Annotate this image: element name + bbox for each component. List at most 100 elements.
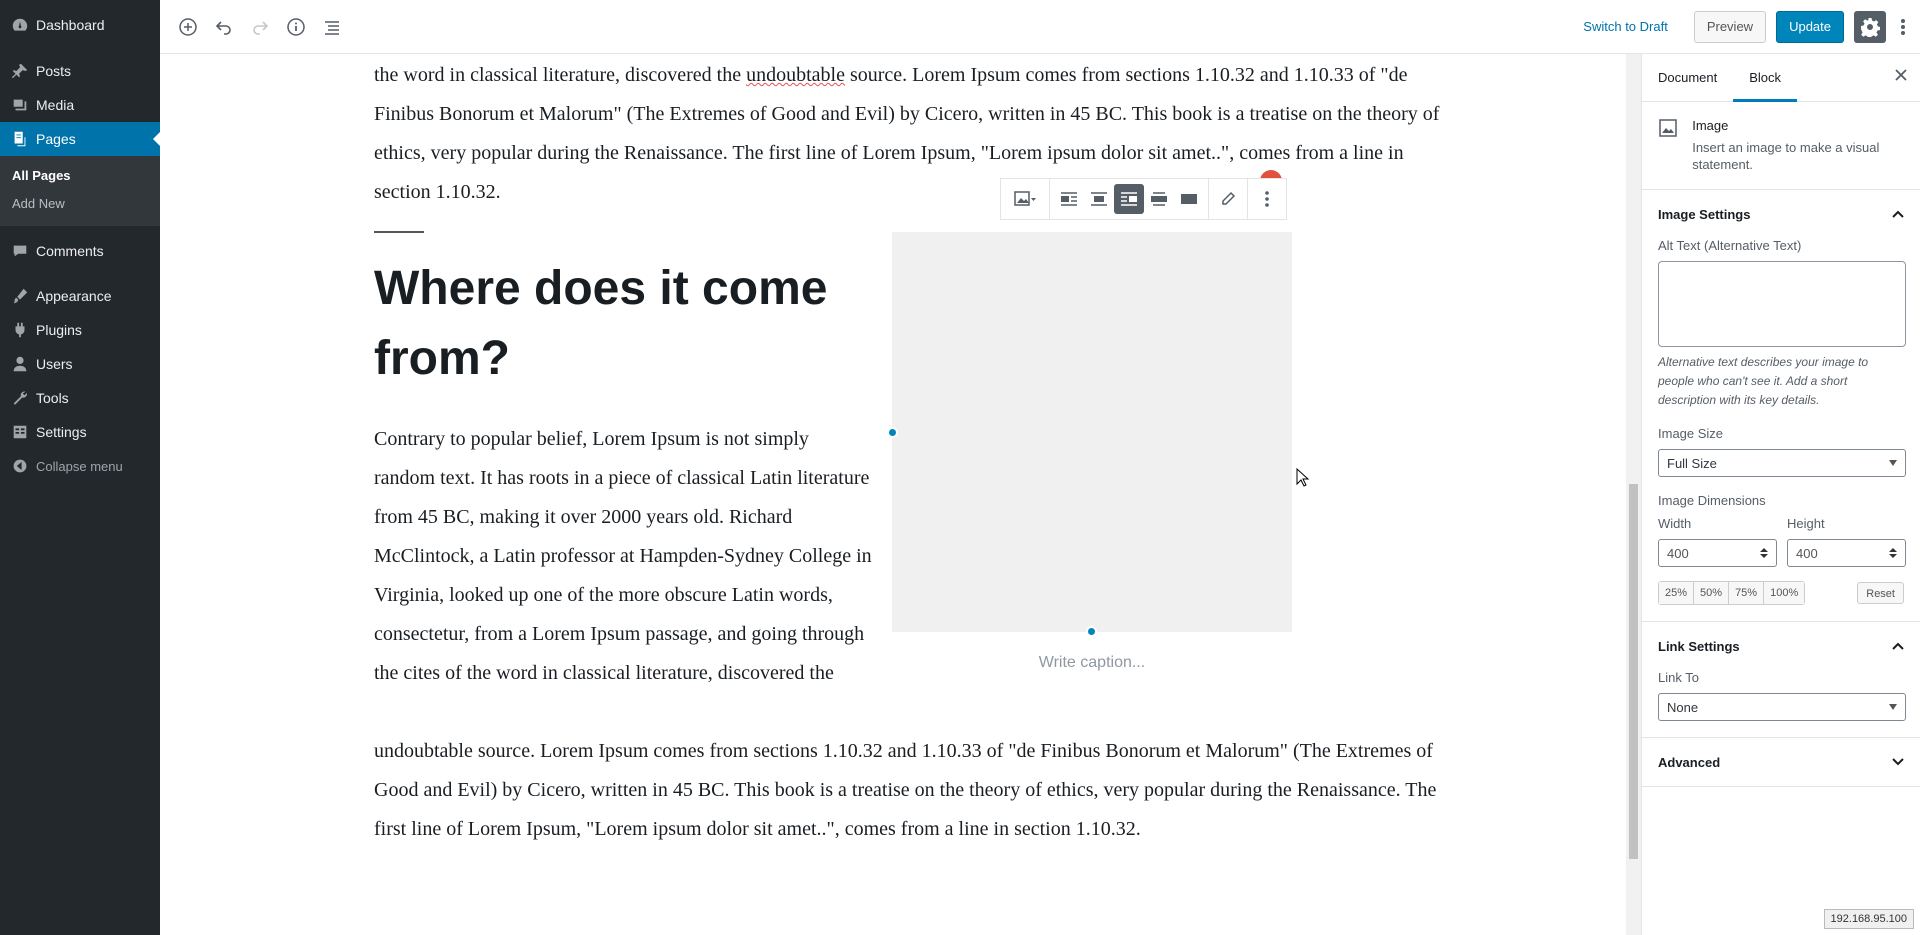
- width-label: Width: [1658, 516, 1692, 531]
- align-right-icon: [1121, 192, 1137, 206]
- image-caption-input[interactable]: Write caption...: [892, 654, 1292, 672]
- pages-submenu: All Pages Add New: [0, 156, 160, 226]
- link-settings-toggle[interactable]: Link Settings: [1658, 622, 1904, 670]
- spinner-icon: [1760, 548, 1768, 558]
- plus-circle-icon: [179, 17, 197, 36]
- reset-dimensions-button[interactable]: Reset: [1857, 582, 1904, 604]
- heading-block[interactable]: Where does it come from?: [374, 254, 874, 394]
- menu-item-settings[interactable]: Settings: [0, 415, 160, 449]
- wrench-icon: [10, 388, 30, 408]
- width-value: 400: [1667, 545, 1689, 561]
- scale-100-button[interactable]: 100%: [1764, 582, 1805, 604]
- settings-toggle-button[interactable]: [1854, 10, 1886, 43]
- height-input[interactable]: 400: [1787, 539, 1906, 567]
- link-to-select[interactable]: None: [1658, 693, 1906, 721]
- image-icon: [1014, 191, 1036, 206]
- editor-scrollbar[interactable]: [1626, 54, 1641, 935]
- menu-label: Dashboard: [36, 17, 105, 33]
- undo-button[interactable]: [210, 13, 238, 41]
- menu-item-dashboard[interactable]: Dashboard: [0, 8, 160, 42]
- separator-block[interactable]: [374, 231, 424, 233]
- image-size-select[interactable]: Full Size: [1658, 449, 1906, 477]
- link-to-value: None: [1667, 699, 1699, 715]
- status-ip-address: 192.168.95.100: [1823, 909, 1914, 929]
- menu-item-appearance[interactable]: Appearance: [0, 279, 160, 313]
- height-value: 400: [1796, 545, 1818, 561]
- more-menu-button[interactable]: [1896, 11, 1910, 43]
- editor-canvas: the word in classical literature, discov…: [160, 54, 1626, 935]
- alt-text-help: Alternative text describes your image to…: [1658, 355, 1869, 407]
- redo-button[interactable]: [246, 13, 274, 41]
- resize-handle-left[interactable]: [887, 427, 898, 438]
- close-sidebar-button[interactable]: [1894, 68, 1908, 85]
- tab-document[interactable]: Document: [1642, 54, 1733, 102]
- paragraph-block[interactable]: Contrary to popular belief, Lorem Ipsum …: [374, 420, 874, 693]
- scale-50-button[interactable]: 50%: [1694, 582, 1730, 604]
- paragraph-block[interactable]: undoubtable source. Lorem Ipsum comes fr…: [374, 732, 1454, 849]
- editor-header: Switch to Draft Preview Update: [160, 0, 1920, 54]
- align-right-button[interactable]: [1114, 184, 1144, 214]
- change-block-type-button[interactable]: [1005, 184, 1045, 214]
- scale-75-button[interactable]: 75%: [1729, 582, 1765, 604]
- block-more-options-button[interactable]: [1252, 184, 1282, 214]
- height-label: Height: [1787, 516, 1825, 531]
- width-input[interactable]: 400: [1658, 539, 1777, 567]
- update-button[interactable]: Update: [1776, 10, 1844, 43]
- settings-icon: [10, 422, 30, 442]
- panel-title: Image Settings: [1658, 206, 1751, 222]
- tab-block[interactable]: Block: [1733, 54, 1798, 102]
- paragraph-block[interactable]: the word in classical literature, discov…: [374, 56, 1454, 212]
- menu-label: Pages: [36, 131, 76, 147]
- image-settings-toggle[interactable]: Image Settings: [1658, 190, 1904, 238]
- menu-item-posts[interactable]: Posts: [0, 54, 160, 88]
- align-center-button[interactable]: [1084, 184, 1114, 214]
- align-left-button[interactable]: [1054, 184, 1084, 214]
- menu-item-comments[interactable]: Comments: [0, 234, 160, 268]
- panel-title: Link Settings: [1658, 638, 1740, 654]
- full-width-button[interactable]: [1174, 184, 1204, 214]
- advanced-toggle[interactable]: Advanced: [1658, 738, 1904, 786]
- list-icon: [325, 20, 339, 35]
- percent-button-group: 25% 50% 75% 100%: [1658, 581, 1806, 605]
- comment-icon: [10, 241, 30, 261]
- pages-icon: [10, 129, 30, 149]
- info-button[interactable]: [282, 13, 310, 41]
- brush-icon: [10, 286, 30, 306]
- preview-button[interactable]: Preview: [1693, 10, 1767, 43]
- image-block[interactable]: [892, 232, 1292, 632]
- more-vertical-icon: [1265, 191, 1269, 207]
- block-card-title: Image: [1692, 118, 1729, 133]
- menu-item-users[interactable]: Users: [0, 347, 160, 381]
- plugin-icon: [10, 320, 30, 340]
- menu-label: Media: [36, 97, 75, 113]
- chevron-up-icon: [1892, 210, 1904, 218]
- pencil-icon: [1222, 191, 1236, 205]
- submenu-all-pages[interactable]: All Pages: [0, 162, 160, 190]
- block-navigation-button[interactable]: [318, 13, 346, 41]
- switch-to-draft-button[interactable]: Switch to Draft: [1567, 19, 1684, 34]
- resize-handle-bottom[interactable]: [1086, 626, 1097, 637]
- full-width-icon: [1181, 194, 1197, 204]
- alt-text-label: Alt Text (Alternative Text): [1658, 238, 1802, 253]
- align-left-icon: [1061, 192, 1077, 206]
- alt-text-input[interactable]: [1658, 261, 1906, 347]
- close-icon: [1895, 69, 1907, 81]
- collapse-menu-button[interactable]: Collapse menu: [0, 449, 160, 483]
- edit-image-button[interactable]: [1213, 184, 1243, 214]
- menu-label: Tools: [36, 390, 69, 406]
- scale-25-button[interactable]: 25%: [1659, 582, 1695, 604]
- wide-width-button[interactable]: [1144, 184, 1174, 214]
- block-card: Image Insert an image to make a visual s…: [1642, 102, 1920, 190]
- panel-title: Advanced: [1658, 754, 1721, 770]
- menu-item-pages[interactable]: Pages: [0, 122, 160, 156]
- more-vertical-icon: [1901, 18, 1905, 35]
- menu-item-tools[interactable]: Tools: [0, 381, 160, 415]
- menu-item-media[interactable]: Media: [0, 88, 160, 122]
- gear-icon: [1861, 17, 1880, 37]
- undo-icon: [215, 20, 231, 35]
- scrollbar-thumb[interactable]: [1629, 484, 1638, 859]
- submenu-add-new[interactable]: Add New: [0, 190, 160, 218]
- menu-item-plugins[interactable]: Plugins: [0, 313, 160, 347]
- add-block-button[interactable]: [174, 13, 202, 41]
- dashboard-icon: [10, 15, 30, 35]
